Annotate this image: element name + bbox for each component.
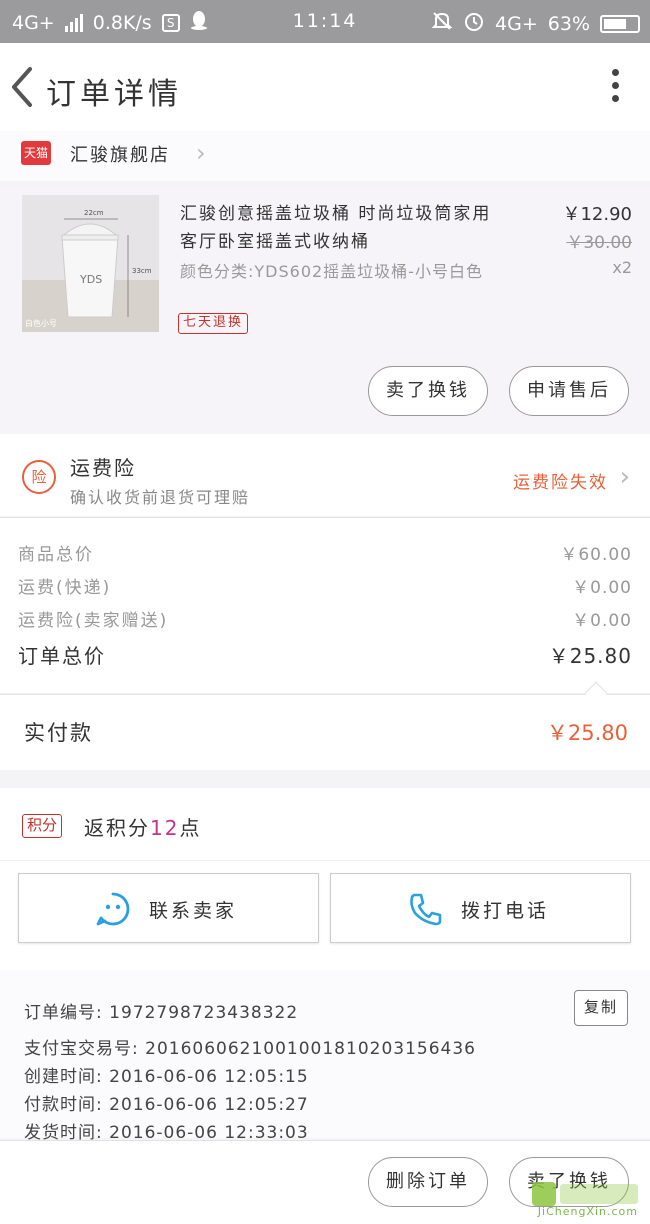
nav-bar: 订单详情 (0, 43, 650, 131)
cost-row-order-total: 订单总价 ￥25.80 (18, 640, 632, 670)
points-count: 12 (150, 816, 180, 840)
product-sku: 颜色分类:YDS602摇盖垃圾桶-小号白色 (180, 262, 483, 281)
more-button[interactable] (610, 69, 620, 105)
points-prefix: 返积分 (84, 816, 150, 840)
product-quantity: x2 (612, 258, 632, 277)
cost-label: 订单总价 (18, 644, 106, 668)
image-height-label: 33cm (132, 267, 152, 275)
call-phone-label: 拨打电话 (461, 900, 550, 922)
points-suffix: 点 (179, 816, 202, 840)
battery-percent: 63% (547, 12, 590, 35)
cost-value: ￥0.00 (572, 578, 632, 598)
insurance-subtitle: 确认收货前退货可理赔 (70, 488, 251, 507)
cost-value: ￥25.80 (548, 644, 632, 668)
seven-day-return-badge: 七天退换 (178, 313, 249, 334)
cost-label: 运费(快递) (18, 578, 112, 598)
more-dot (611, 69, 619, 76)
points-row: 积分 返积分12点 (0, 788, 650, 860)
shipping-insurance-row[interactable]: 险 运费险 确认收货前退货可理赔 运费险失效 › (0, 434, 650, 516)
image-width-label: 22cm (84, 209, 104, 217)
contact-seller-label: 联系卖家 (149, 900, 238, 922)
insurance-title: 运费险 (70, 456, 136, 480)
sell-button[interactable]: 卖了换钱 (368, 366, 488, 416)
cost-breakdown: 商品总价 ￥60.00 运费(快递) ￥0.00 运费险(卖家赠送) ￥0.00… (0, 517, 650, 693)
cost-value: ￥0.00 (572, 611, 632, 631)
cost-row-goods: 商品总价 ￥60.00 (18, 540, 632, 570)
after-sale-button[interactable]: 申请售后 (509, 366, 629, 416)
chevron-right-icon: › (619, 462, 630, 492)
insurance-icon: 险 (22, 460, 56, 494)
image-caption: 白色小号 (25, 319, 57, 328)
cost-value: ￥60.00 (560, 545, 632, 565)
product-title[interactable]: 汇骏创意摇盖垃圾桶 时尚垃圾筒家用客厅卧室摇盖式收纳桶 (180, 200, 510, 256)
product-original-price: ￥30.00 (566, 233, 632, 253)
paid-time: 付款时间: 2016-06-06 12:05:27 (24, 1095, 309, 1115)
insurance-status: 运费险失效 (513, 473, 608, 493)
cost-row-shipping: 运费(快递) ￥0.00 (18, 573, 632, 603)
contact-row: 联系卖家 拨打电话 (0, 860, 650, 970)
order-number: 订单编号: 1972798723438322 (24, 1003, 299, 1023)
back-button[interactable] (8, 65, 38, 109)
order-item: YDS 22cm 33cm 白色小号 汇骏创意摇盖垃圾桶 时尚垃圾筒家用客厅卧室… (0, 186, 650, 432)
status-right: 4G+ 63% (431, 10, 640, 37)
watermark-text: JiChengXin.com (537, 1205, 638, 1218)
phone-icon (410, 893, 442, 926)
cost-row-insurance: 运费险(卖家赠送) ￥0.00 (18, 606, 632, 636)
cost-label: 运费险(卖家赠送) (18, 611, 169, 631)
created-time: 创建时间: 2016-06-06 12:05:15 (24, 1067, 309, 1087)
shop-name: 汇骏旗舰店 (70, 145, 170, 166)
chevron-right-icon: › (196, 139, 206, 167)
mute-icon (431, 10, 453, 37)
status-bar: 4G+ 0.8K/s S 11:14 4G+ 63% (0, 0, 650, 43)
cost-label: 商品总价 (18, 545, 94, 565)
battery-icon (600, 14, 640, 33)
image-brand-label: YDS (80, 273, 103, 286)
contact-seller-button[interactable]: 联系卖家 (18, 873, 319, 943)
alipay-trade-number: 支付宝交易号: 2016060621001001810203156436 (24, 1039, 476, 1059)
amount-paid-row: 实付款 ￥25.80 (0, 681, 650, 770)
amount-paid-label: 实付款 (24, 721, 93, 745)
network-type-right: 4G+ (495, 12, 538, 35)
tmall-logo: 天猫 (21, 141, 51, 165)
points-text: 返积分12点 (84, 812, 201, 841)
watermark-logo: JiChengXin.com (526, 1180, 644, 1220)
chat-bubble-icon (96, 892, 130, 926)
more-dot (611, 95, 619, 102)
back-arrow-icon (12, 67, 32, 107)
alarm-icon (463, 10, 485, 37)
delete-order-button[interactable]: 删除订单 (368, 1157, 488, 1207)
shop-row[interactable]: 天猫 汇骏旗舰店 › (0, 131, 650, 181)
order-info: 订单编号: 1972798723438322 复制 支付宝交易号: 201606… (0, 970, 650, 1143)
page-title: 订单详情 (46, 77, 182, 112)
product-price: ￥12.90 (562, 204, 632, 225)
more-dot (611, 82, 619, 89)
copy-button[interactable]: 复制 (574, 990, 628, 1026)
amount-paid-value: ￥25.80 (546, 721, 628, 745)
points-badge: 积分 (22, 814, 63, 838)
call-phone-button[interactable]: 拨打电话 (330, 873, 631, 943)
product-image[interactable]: YDS 22cm 33cm 白色小号 (22, 195, 159, 332)
bottom-action-bar: 删除订单 卖了换钱 JiChengXin.com (0, 1140, 650, 1224)
